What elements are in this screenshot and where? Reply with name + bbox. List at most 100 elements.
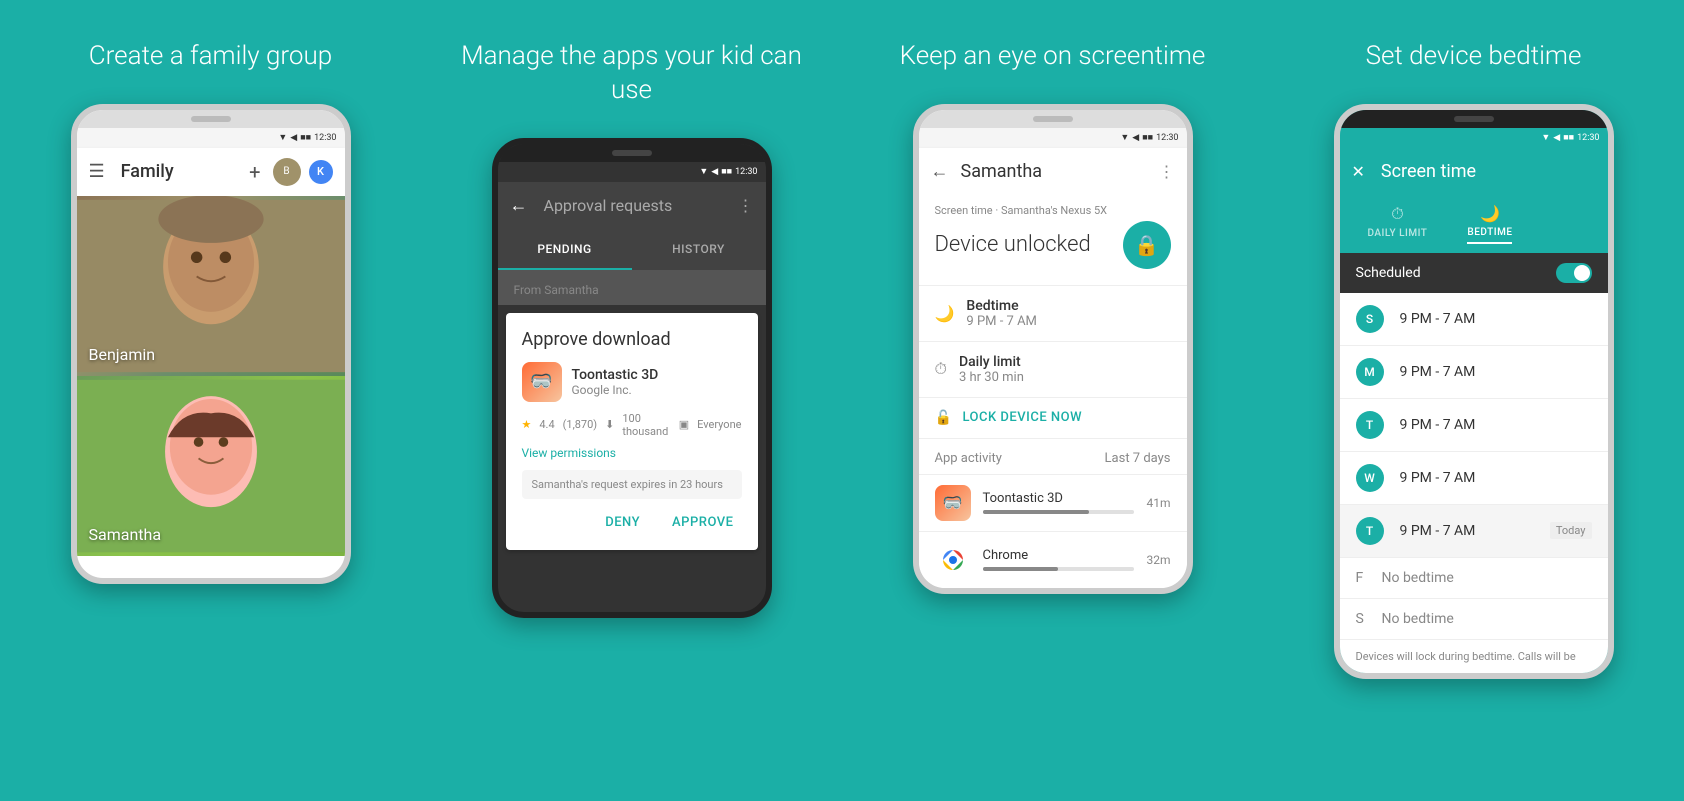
download-icon: ⬇ xyxy=(605,418,614,431)
tab-pending[interactable]: PENDING xyxy=(498,230,632,270)
app-row-chrome: Chrome 32m xyxy=(919,531,1187,588)
lock-now-row[interactable]: 🔓 LOCK DEVICE NOW xyxy=(919,398,1187,439)
timer-tab-icon: ⏱ xyxy=(1391,204,1403,224)
chrome-name: Chrome xyxy=(983,548,1135,563)
app-bar-title: Family xyxy=(121,161,250,182)
app-name: Toontastic 3D xyxy=(572,367,659,383)
day-row-1[interactable]: M 9 PM - 7 AM xyxy=(1340,346,1608,399)
day-time-4: 9 PM - 7 AM xyxy=(1400,523,1534,539)
chrome-bar-fill xyxy=(983,567,1059,571)
day-circle-t2: T xyxy=(1356,517,1384,545)
panel-family-group: Create a family group ▼ ◀ ■■ 12:30 ☰ Fam… xyxy=(0,0,421,801)
day-circle-m: M xyxy=(1356,358,1384,386)
day-row-2[interactable]: T 9 PM - 7 AM xyxy=(1340,399,1608,452)
timer-icon: ⏱ xyxy=(935,359,947,379)
view-permissions-link[interactable]: View permissions xyxy=(522,446,742,460)
day-time-2: 9 PM - 7 AM xyxy=(1400,417,1592,433)
phone1-speaker xyxy=(191,116,231,122)
app-developer: Google Inc. xyxy=(572,383,659,397)
signal-icon-4: ◀ xyxy=(1553,133,1560,143)
deny-button[interactable]: DENY xyxy=(597,511,648,534)
phone-1: ▼ ◀ ■■ 12:30 ☰ Family + B K xyxy=(71,104,351,584)
phone4-status-bar: ▼ ◀ ■■ 12:30 xyxy=(1340,128,1608,148)
approval-card: Approve download 🥽 Toontastic 3D Google … xyxy=(506,313,758,550)
close-icon[interactable]: ✕ xyxy=(1352,162,1365,181)
from-label: From Samantha xyxy=(498,271,766,305)
chrome-info: Chrome xyxy=(983,548,1135,571)
chrome-icon-bg xyxy=(935,542,971,578)
day-row-5[interactable]: F No bedtime xyxy=(1340,558,1608,599)
tab-daily-limit[interactable]: ⏱ DAILY LIMIT xyxy=(1356,196,1440,253)
phone1-notch xyxy=(77,110,345,128)
day-time-1: 9 PM - 7 AM xyxy=(1400,364,1592,380)
panel4-title: Set device bedtime xyxy=(1366,40,1582,74)
day-row-0[interactable]: S 9 PM - 7 AM xyxy=(1340,293,1608,346)
lock-small-icon: 🔓 xyxy=(935,410,953,426)
bedtime-label: Bedtime xyxy=(966,298,1036,314)
star-icon: ★ xyxy=(522,418,532,431)
toontastic-bar-fill xyxy=(983,510,1089,514)
time-display-4: 12:30 xyxy=(1577,133,1599,143)
scheduled-toggle[interactable] xyxy=(1556,263,1592,283)
samantha-name: Samantha xyxy=(89,525,162,544)
hamburger-icon[interactable]: ☰ xyxy=(89,161,105,182)
phone-2: ▼ ◀ ■■ 12:30 ← Approval requests ⋮ PENDI… xyxy=(492,138,772,618)
bedtime-tabs: ⏱ DAILY LIMIT 🌙 BEDTIME xyxy=(1340,196,1608,253)
daily-limit-info: Daily limit 3 hr 30 min xyxy=(959,354,1024,385)
wifi-icon-4: ▼ xyxy=(1541,132,1550,143)
time-display-3: 12:30 xyxy=(1156,133,1178,143)
daily-limit-tab-label: DAILY LIMIT xyxy=(1368,228,1428,239)
app-details: Toontastic 3D Google Inc. xyxy=(572,367,659,397)
back-arrow-3[interactable]: ← xyxy=(931,161,949,182)
phone2-app-bar: ← Approval requests ⋮ xyxy=(498,182,766,230)
contact-samantha[interactable]: Samantha xyxy=(77,376,345,556)
back-arrow-icon[interactable]: ← xyxy=(510,195,528,216)
phone4-notch xyxy=(1340,110,1608,128)
day-circle-s1: S xyxy=(1356,305,1384,333)
day-row-3[interactable]: W 9 PM - 7 AM xyxy=(1340,452,1608,505)
day-row-4-today[interactable]: T 9 PM - 7 AM Today xyxy=(1340,505,1608,558)
toontastic-bar xyxy=(983,510,1135,514)
daily-limit-value: 3 hr 30 min xyxy=(959,370,1024,385)
approve-button[interactable]: APPROVE xyxy=(664,511,741,534)
chrome-bar xyxy=(983,567,1135,571)
tab-history[interactable]: HISTORY xyxy=(632,230,766,270)
contact-benjamin[interactable]: Benjamin xyxy=(77,196,345,376)
today-badge: Today xyxy=(1550,522,1592,539)
toggle-thumb xyxy=(1574,265,1590,281)
wifi-icon: ▼ xyxy=(278,132,287,143)
phone-4: ▼ ◀ ■■ 12:30 ✕ Screen time ⏱ DAILY LIMIT… xyxy=(1334,104,1614,679)
day-time-5: No bedtime xyxy=(1382,570,1592,586)
daily-limit-row: ⏱ Daily limit 3 hr 30 min xyxy=(919,342,1187,398)
more-icon[interactable]: ⋮ xyxy=(738,196,754,215)
tabs-row: PENDING HISTORY xyxy=(498,230,766,271)
phone1-status-icons: ▼ ◀ ■■ 12:30 xyxy=(278,132,336,143)
tab-bedtime[interactable]: 🌙 BEDTIME xyxy=(1455,196,1524,253)
app-bar-icons: + B K xyxy=(249,158,332,186)
expiry-text: Samantha's request expires in 23 hours xyxy=(522,470,742,499)
app-row-toontastic: 🥽 Toontastic 3D 41m xyxy=(919,474,1187,531)
card-actions: DENY APPROVE xyxy=(522,511,742,534)
app-icon: 🥽 xyxy=(522,362,562,402)
phone3-status-icons: ▼ ◀ ■■ 12:30 xyxy=(1120,132,1178,143)
add-icon[interactable]: + xyxy=(249,160,260,184)
avatar-k: K xyxy=(309,160,333,184)
moon-tab-icon: 🌙 xyxy=(1480,204,1500,223)
screen-time-title: Screen time xyxy=(1381,161,1596,182)
more-icon-3[interactable]: ⋮ xyxy=(1159,162,1175,181)
download-count: 100 thousand xyxy=(622,412,670,438)
phone3-notch xyxy=(919,110,1187,128)
lock-icon[interactable]: 🔒 xyxy=(1123,221,1171,269)
toontastic-info: Toontastic 3D xyxy=(983,491,1135,514)
approval-requests-title: Approval requests xyxy=(544,196,738,215)
avatar-label: B xyxy=(283,166,289,177)
app-reviews: (1,870) xyxy=(563,418,598,431)
signal-icon-3: ◀ xyxy=(1132,133,1139,143)
wifi-icon-3: ▼ xyxy=(1120,132,1129,143)
device-status-section: Device unlocked 🔒 xyxy=(919,221,1187,286)
daily-limit-label: Daily limit xyxy=(959,354,1024,370)
day-row-6[interactable]: S No bedtime xyxy=(1340,599,1608,640)
chrome-time: 32m xyxy=(1146,553,1170,567)
panel-bedtime: Set device bedtime ▼ ◀ ■■ 12:30 ✕ Screen… xyxy=(1263,0,1684,801)
phone3-status-bar: ▼ ◀ ■■ 12:30 xyxy=(919,128,1187,148)
